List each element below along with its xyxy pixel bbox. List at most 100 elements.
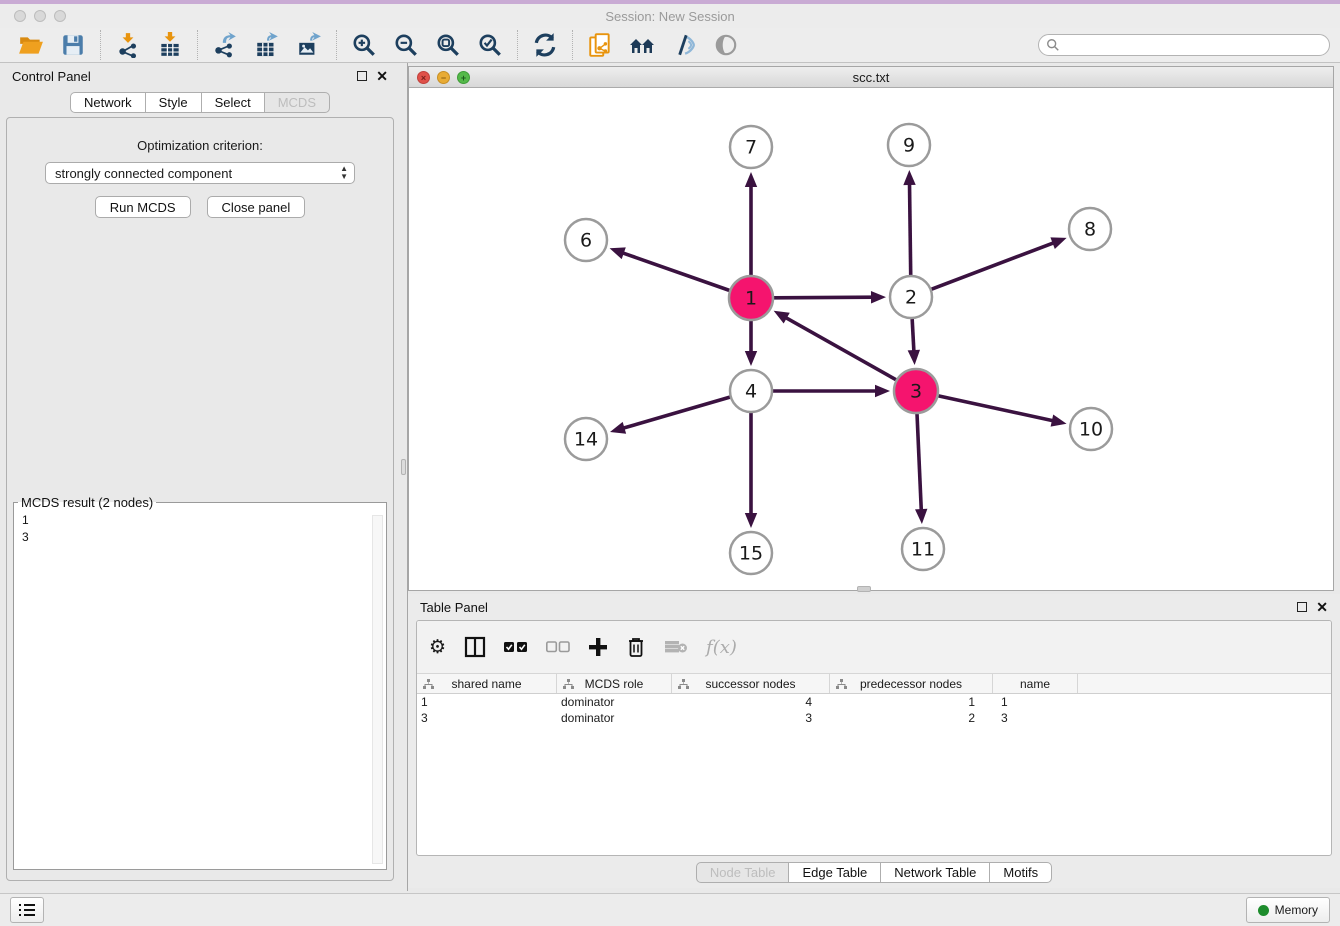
column-header-mcds-role[interactable]: MCDS role	[557, 674, 672, 693]
graph-edge-3-11[interactable]	[917, 414, 921, 512]
graph-edge-1-2[interactable]	[774, 297, 874, 298]
minimize-window-button[interactable]	[34, 10, 46, 22]
close-panel-button[interactable]: Close panel	[207, 196, 306, 218]
tab-mcds[interactable]: MCDS	[264, 92, 330, 113]
horizontal-splitter-handle[interactable]	[857, 586, 871, 592]
close-panel-icon[interactable]: ✕	[376, 71, 388, 81]
tab-edge-table[interactable]: Edge Table	[788, 862, 881, 883]
import-table-icon[interactable]	[156, 31, 184, 59]
float-table-panel-icon[interactable]	[1297, 602, 1307, 612]
table-row[interactable]: 3 dominator 3 2 3	[417, 710, 1331, 726]
graph-node-label: 4	[745, 381, 757, 403]
graph-edge-2-8[interactable]	[932, 242, 1056, 289]
zoom-fit-icon[interactable]	[434, 31, 462, 59]
search-field[interactable]	[1038, 34, 1330, 56]
cell-successor-nodes[interactable]: 3	[672, 711, 830, 725]
column-header-shared-name[interactable]: shared name	[417, 674, 557, 693]
search-input[interactable]	[1060, 38, 1310, 52]
graph-node-label: 7	[745, 137, 757, 159]
main-toolbar	[0, 28, 1340, 63]
cell-name[interactable]: 1	[993, 695, 1078, 709]
eye-slash-icon[interactable]	[670, 31, 698, 59]
cell-shared-name[interactable]: 3	[417, 711, 557, 725]
network-minimize-button[interactable]: −	[437, 71, 450, 84]
tab-node-table[interactable]: Node Table	[696, 862, 790, 883]
add-row-icon[interactable]	[588, 634, 608, 660]
run-mcds-button[interactable]: Run MCDS	[95, 196, 191, 218]
zoom-window-button[interactable]	[54, 10, 66, 22]
mcds-result-box: MCDS result (2 nodes) 1 3	[13, 495, 387, 870]
split-columns-icon[interactable]	[464, 634, 486, 660]
tab-style[interactable]: Style	[145, 92, 202, 113]
open-session-icon[interactable]	[17, 31, 45, 59]
criterion-dropdown[interactable]: strongly connected component ▲▼	[45, 162, 355, 184]
column-header-predecessor-nodes[interactable]: predecessor nodes	[830, 674, 993, 693]
cell-successor-nodes[interactable]: 4	[672, 695, 830, 709]
mcds-tab-content: Optimization criterion: strongly connect…	[6, 117, 394, 881]
zoom-selected-icon[interactable]	[476, 31, 504, 59]
close-table-panel-icon[interactable]: ✕	[1316, 602, 1328, 612]
list-icon	[18, 902, 36, 918]
zoom-in-icon[interactable]	[350, 31, 378, 59]
network-window: × − + scc.txt 7968124314101511	[408, 66, 1334, 591]
result-scrollbar[interactable]	[372, 515, 383, 864]
tab-select[interactable]: Select	[201, 92, 265, 113]
graph-node-label: 10	[1079, 419, 1103, 441]
dropdown-stepper-icon: ▲▼	[340, 165, 348, 181]
close-window-button[interactable]	[14, 10, 26, 22]
network-maximize-button[interactable]: +	[457, 71, 470, 84]
network-window-titlebar[interactable]: × − + scc.txt	[409, 67, 1333, 88]
toolbar-separator	[197, 30, 198, 60]
export-image-icon[interactable]	[295, 31, 323, 59]
network-close-button[interactable]: ×	[417, 71, 430, 84]
apply-layout-icon[interactable]	[531, 31, 559, 59]
table-row[interactable]: 1 dominator 4 1 1	[417, 694, 1331, 710]
graph-edge-3-10[interactable]	[938, 396, 1054, 421]
memory-status-dot	[1258, 905, 1269, 916]
export-table-icon[interactable]	[253, 31, 281, 59]
table-toolbar: ⚙ f(x)	[417, 621, 1331, 673]
toolbar-separator	[517, 30, 518, 60]
tab-network-table[interactable]: Network Table	[880, 862, 990, 883]
delete-table-icon[interactable]	[664, 634, 688, 660]
import-network-icon[interactable]	[114, 31, 142, 59]
column-header-name[interactable]: name	[993, 674, 1078, 693]
graph-edge-2-9[interactable]	[909, 182, 910, 275]
splitter-handle[interactable]	[401, 459, 406, 475]
graph-edge-arrowhead	[915, 509, 927, 524]
mcds-result-title: MCDS result (2 nodes)	[18, 495, 156, 510]
status-bar: Memory	[0, 893, 1340, 926]
cell-name[interactable]: 3	[993, 711, 1078, 725]
zoom-out-icon[interactable]	[392, 31, 420, 59]
export-network-icon[interactable]	[211, 31, 239, 59]
cell-predecessor-nodes[interactable]: 1	[830, 695, 993, 709]
graph-edge-4-14[interactable]	[622, 397, 730, 429]
tab-motifs[interactable]: Motifs	[989, 862, 1052, 883]
cell-predecessor-nodes[interactable]: 2	[830, 711, 993, 725]
app-title: Session: New Session	[0, 9, 1340, 24]
memory-button[interactable]: Memory	[1246, 897, 1330, 923]
vertical-splitter[interactable]	[400, 63, 408, 891]
criterion-dropdown-value: strongly connected component	[55, 166, 232, 181]
cell-shared-name[interactable]: 1	[417, 695, 557, 709]
eye-icon[interactable]	[712, 31, 740, 59]
task-history-button[interactable]	[10, 897, 44, 923]
column-header-successor-nodes[interactable]: successor nodes	[672, 674, 830, 693]
network-canvas[interactable]: 7968124314101511	[409, 88, 1333, 590]
graph-edge-2-3[interactable]	[912, 319, 914, 353]
select-all-checks-icon[interactable]	[504, 634, 528, 660]
cell-mcds-role[interactable]: dominator	[557, 695, 672, 709]
save-session-icon[interactable]	[59, 31, 87, 59]
float-panel-icon[interactable]	[357, 71, 367, 81]
app-window-controls[interactable]	[14, 10, 66, 22]
clone-network-icon[interactable]	[586, 31, 614, 59]
tab-network[interactable]: Network	[70, 92, 146, 113]
delete-icon[interactable]	[626, 634, 646, 660]
houses-icon[interactable]	[628, 31, 656, 59]
graph-edge-1-6[interactable]	[621, 252, 729, 290]
cell-mcds-role[interactable]: dominator	[557, 711, 672, 725]
graph-edge-3-1[interactable]	[784, 317, 896, 380]
clear-checks-icon[interactable]	[546, 634, 570, 660]
function-builder-icon[interactable]: f(x)	[706, 634, 737, 660]
table-settings-icon[interactable]: ⚙	[429, 634, 446, 660]
